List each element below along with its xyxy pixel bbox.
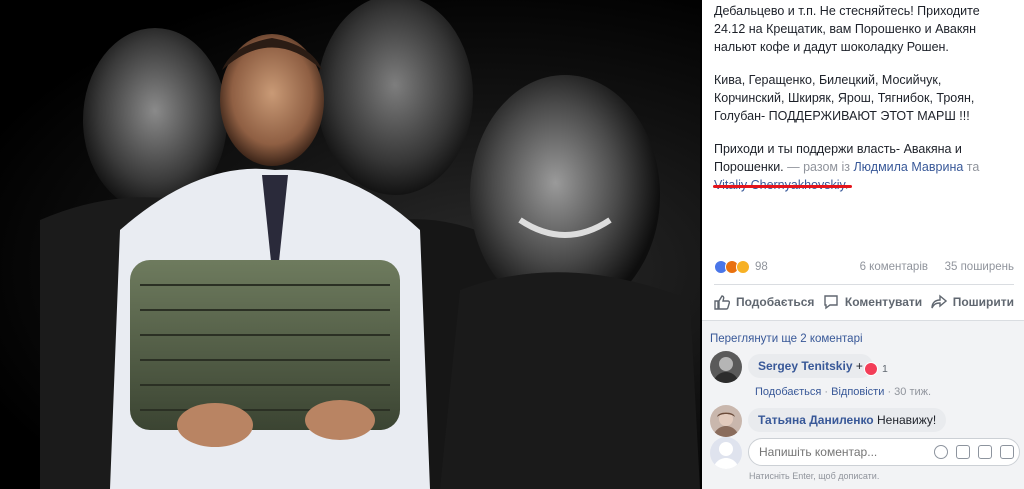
camera-icon[interactable] (956, 445, 970, 459)
comment-bubble: Sergey Tenitskiy + (748, 354, 873, 378)
shares-count-link[interactable]: 35 поширень (945, 261, 1014, 273)
emoji-icon[interactable] (934, 445, 948, 459)
comments-section: Переглянути ще 2 коментарі Sergey Tenits… (702, 321, 1024, 489)
post-line-tags: Порошенки. — разом із Людмила Маврина та (714, 158, 1014, 176)
share-arrow-icon (930, 294, 947, 309)
comment-composer (710, 435, 1022, 471)
default-avatar-icon (710, 437, 742, 469)
composer-hint: Натисніть Enter, щоб дописати. (749, 471, 880, 481)
with-prefix: — разом із (783, 160, 854, 174)
red-underline-annotation (713, 185, 852, 188)
comment-bubble: Татьяна Даниленко Ненавижу! (748, 408, 947, 432)
tagged-user-link[interactable]: Людмила Маврина (853, 160, 963, 174)
speech-bubble-icon (824, 295, 838, 310)
avatar[interactable] (710, 351, 742, 383)
comment-timestamp[interactable]: 30 тиж. (894, 386, 931, 398)
comment-like-link[interactable]: Подобається (755, 386, 821, 398)
like-button[interactable]: Подобається (714, 294, 814, 310)
post-line: Корчинский, Шкиряк, Ярош, Тягнибок, Троя… (714, 91, 975, 105)
comment-meta: Подобається · Відповісти · 30 тиж. (755, 386, 932, 398)
comment-reply-link[interactable]: Відповісти (831, 386, 884, 398)
share-label: Поширити (952, 295, 1014, 309)
share-button[interactable]: Поширити (930, 294, 1014, 310)
post-photo[interactable] (0, 0, 700, 489)
post-line: Кива, Геращенко, Билецкий, Мосийчук, (714, 73, 942, 87)
view-more-comments-link[interactable]: Переглянути ще 2 коментарі (710, 333, 863, 345)
reactions-summary: 98 6 коментарів 35 поширень (714, 258, 1014, 276)
post-panel: Дебальцево и т.п. Не стесняйтесь! Приход… (702, 0, 1024, 489)
avatar[interactable] (710, 405, 742, 437)
sticker-icon[interactable] (1000, 445, 1014, 459)
divider (714, 284, 1014, 285)
post-para-2: Кива, Геращенко, Билецкий, Мосийчук, Кор… (714, 71, 1014, 125)
haha-icon[interactable] (736, 260, 750, 274)
avatar-image (710, 405, 742, 437)
post-line: Приходи и ты поддержи власть- Авакяна и (714, 142, 962, 156)
tag-separator: та (963, 160, 980, 174)
comment-text: Ненавижу! (876, 413, 937, 427)
comments-count-link[interactable]: 6 коментарів (860, 261, 928, 273)
post-line: нальют кофе и дадут шоколадку Рошен. (714, 40, 949, 54)
like-label: Подобається (736, 295, 815, 309)
post-line: Голубан- ПОДДЕРЖИВАЮТ ЭТОТ МАРШ !!! (714, 109, 970, 123)
thumbs-up-icon (714, 295, 730, 310)
comment-reaction-count[interactable]: 1 (882, 363, 888, 375)
heart-icon[interactable] (864, 362, 878, 376)
post-line: 24.12 на Крещатик, вам Порошенко и Авакя… (714, 22, 977, 36)
comment-author-link[interactable]: Sergey Tenitskiy (758, 359, 853, 373)
comment-button[interactable]: Коментувати (823, 294, 922, 310)
comment-label: Коментувати (844, 295, 923, 309)
comment-text: + (855, 359, 863, 373)
composer-icons (934, 445, 1014, 459)
post-para-1: Дебальцево и т.п. Не стесняйтесь! Приход… (714, 2, 1014, 56)
photo-collage (40, 0, 700, 489)
avatar-image (710, 351, 742, 383)
gif-icon[interactable] (978, 445, 992, 459)
post-line: Дебальцево и т.п. Не стесняйтесь! Приход… (714, 4, 980, 18)
avatar[interactable] (710, 437, 742, 469)
post-line: Порошенки. (714, 160, 784, 174)
post-text: Дебальцево и т.п. Не стесняйтесь! Приход… (714, 0, 1014, 194)
reactions-count[interactable]: 98 (755, 261, 768, 273)
post-actions: Подобається Коментувати Поширити (714, 290, 1014, 314)
comment-author-link[interactable]: Татьяна Даниленко (758, 413, 874, 427)
